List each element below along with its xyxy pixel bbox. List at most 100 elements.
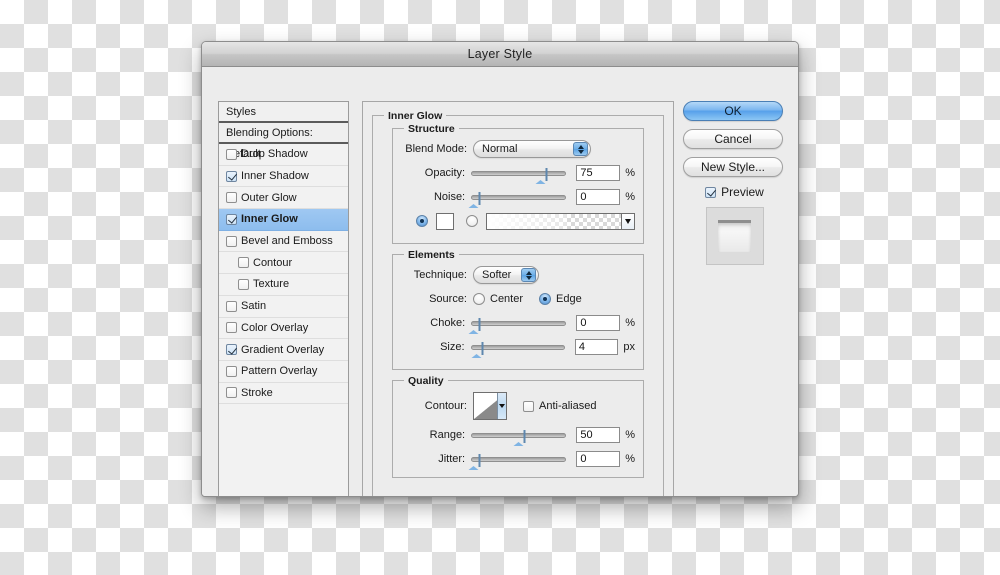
chevron-up-icon	[525, 270, 532, 275]
stepper-icon[interactable]	[573, 142, 588, 156]
noise-slider-thumb[interactable]	[468, 192, 481, 208]
noise-input[interactable]: 0	[576, 189, 621, 205]
gradient-picker[interactable]	[486, 212, 636, 230]
choke-row: Choke: 0 %	[401, 313, 635, 334]
preview-option[interactable]: Preview	[683, 185, 786, 199]
range-slider-thumb[interactable]	[513, 430, 526, 446]
source-edge-radio[interactable]	[539, 293, 552, 305]
quality-group-label: Quality	[404, 375, 448, 387]
style-item-label: Stroke	[241, 386, 273, 399]
style-item-contour[interactable]: Contour	[219, 252, 348, 275]
noise-label: Noise:	[433, 191, 466, 203]
quality-group: Quality Contour: Anti-aliased Range: 50 …	[392, 375, 644, 478]
chevron-down-icon	[525, 275, 532, 280]
jitter-unit: %	[625, 453, 635, 465]
size-slider-thumb[interactable]	[471, 342, 484, 358]
technique-row: Technique: Softer	[401, 265, 635, 285]
stepper-icon[interactable]	[521, 268, 536, 282]
source-center-option[interactable]: Center	[473, 293, 523, 305]
style-item-inner-glow[interactable]: Inner Glow	[219, 209, 348, 231]
style-item-label: Color Overlay	[241, 321, 309, 334]
style-item-texture[interactable]: Texture	[219, 274, 348, 296]
size-label: Size:	[440, 341, 465, 353]
fill-gradient-radio[interactable]	[466, 215, 479, 227]
style-item-label: Inner Glow	[241, 213, 298, 226]
style-item-satin[interactable]: Satin	[219, 295, 348, 318]
blend-mode-row: Blend Mode: Normal	[401, 139, 635, 159]
cancel-button[interactable]: Cancel	[683, 129, 783, 149]
style-item-checkbox[interactable]	[226, 235, 237, 247]
chevron-down-icon	[625, 218, 632, 224]
ok-button[interactable]: OK	[683, 101, 783, 121]
opacity-input[interactable]: 75	[576, 165, 621, 181]
range-input[interactable]: 50	[576, 427, 621, 443]
jitter-slider-thumb[interactable]	[468, 454, 481, 470]
source-label: Source:	[429, 293, 467, 305]
gradient-dropdown-arrow[interactable]	[621, 213, 635, 229]
size-unit: px	[623, 341, 635, 353]
opacity-slider-thumb[interactable]	[535, 168, 548, 184]
style-item-inner-shadow[interactable]: Inner Shadow	[219, 165, 348, 188]
style-item-color-overlay[interactable]: Color Overlay	[219, 317, 348, 340]
noise-slider-track	[471, 195, 567, 200]
noise-slider[interactable]	[468, 189, 567, 208]
preview-thumbnail-shape	[718, 220, 751, 252]
fill-type-row	[401, 211, 636, 231]
style-item-pattern-overlay[interactable]: Pattern Overlay	[219, 360, 348, 383]
opacity-slider-track	[471, 171, 567, 176]
jitter-slider[interactable]	[468, 451, 567, 470]
style-item-checkbox[interactable]	[226, 192, 237, 204]
style-item-checkbox[interactable]	[226, 322, 237, 334]
glow-color-swatch[interactable]	[436, 212, 455, 230]
fill-color-radio[interactable]	[416, 215, 429, 227]
preview-label: Preview	[721, 185, 764, 199]
size-slider[interactable]	[470, 339, 565, 358]
contour-preset-picker[interactable]	[473, 392, 507, 420]
style-item-checkbox[interactable]	[226, 148, 237, 160]
style-item-label: Outer Glow	[241, 191, 297, 204]
dialog-title: Layer Style	[467, 47, 533, 61]
size-input[interactable]: 4	[574, 339, 619, 355]
style-item-gradient-overlay[interactable]: Gradient Overlay	[219, 339, 348, 361]
style-item-checkbox[interactable]	[226, 387, 237, 399]
choke-label: Choke:	[430, 317, 466, 329]
choke-input[interactable]: 0	[576, 315, 621, 331]
opacity-slider[interactable]	[471, 165, 567, 184]
noise-row: Noise: 0 %	[401, 187, 635, 208]
jitter-label: Jitter:	[438, 453, 466, 465]
style-item-checkbox[interactable]	[226, 213, 237, 225]
new-style-button[interactable]: New Style...	[683, 157, 783, 177]
anti-aliased-checkbox[interactable]	[523, 400, 534, 412]
contour-row: Contour: Anti-aliased	[401, 391, 635, 421]
preview-thumbnail	[705, 207, 764, 265]
style-item-checkbox[interactable]	[226, 170, 237, 182]
chevron-down-icon	[499, 404, 505, 408]
style-item-checkbox[interactable]	[226, 365, 237, 377]
technique-select[interactable]: Softer	[473, 266, 539, 284]
choke-slider[interactable]	[468, 315, 567, 334]
choke-unit: %	[625, 317, 635, 329]
blending-options-row[interactable]: Blending Options: Default	[219, 123, 348, 160]
anti-aliased-option[interactable]: Anti-aliased	[523, 400, 596, 412]
style-item-checkbox[interactable]	[238, 278, 249, 290]
jitter-input[interactable]: 0	[576, 451, 621, 467]
source-center-radio[interactable]	[473, 293, 485, 305]
style-item-outer-glow[interactable]: Outer Glow	[219, 187, 348, 210]
contour-label: Contour:	[424, 400, 467, 412]
style-item-checkbox[interactable]	[238, 257, 249, 269]
opacity-label: Opacity:	[424, 167, 466, 179]
style-item-bevel-and-emboss[interactable]: Bevel and Emboss	[219, 230, 348, 253]
style-item-checkbox[interactable]	[226, 344, 237, 356]
preview-checkbox[interactable]	[705, 186, 717, 198]
anti-aliased-label: Anti-aliased	[539, 400, 597, 412]
dialog-titlebar[interactable]: Layer Style	[202, 42, 798, 67]
style-item-label: Drop Shadow	[241, 148, 308, 161]
choke-slider-thumb[interactable]	[468, 318, 481, 334]
style-item-checkbox[interactable]	[226, 300, 237, 312]
contour-dropdown-arrow[interactable]	[497, 393, 506, 419]
source-edge-option[interactable]: Edge	[539, 293, 582, 305]
style-item-stroke[interactable]: Stroke	[219, 382, 348, 405]
range-slider[interactable]	[471, 427, 567, 446]
blend-mode-select[interactable]: Normal	[473, 140, 591, 158]
style-item-label: Contour	[253, 256, 293, 269]
